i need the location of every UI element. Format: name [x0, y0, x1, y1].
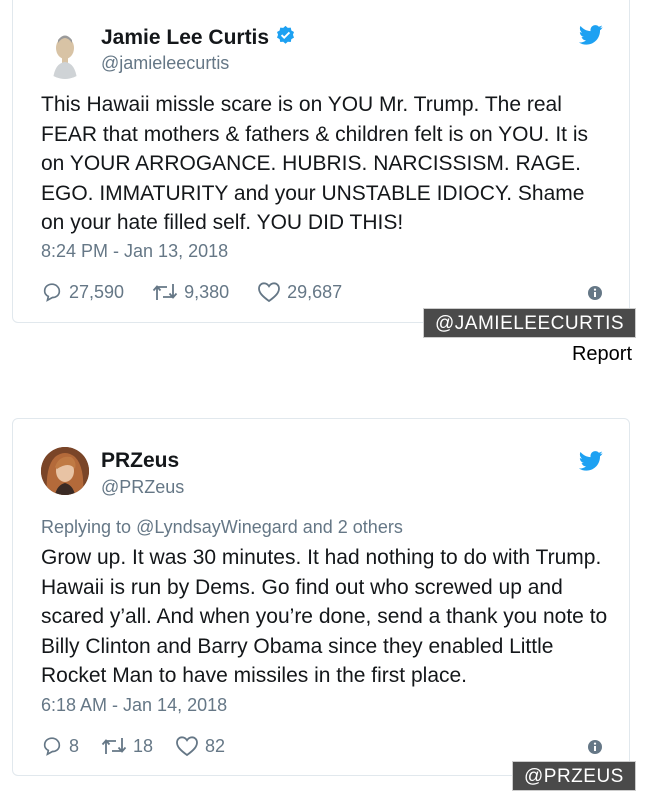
- retweet-count: 18: [133, 735, 154, 756]
- like-icon: [176, 736, 198, 757]
- reply-count: 8: [69, 735, 80, 756]
- display-name[interactable]: PRZeus: [101, 449, 179, 473]
- tweet-actions: 27,590 9,380 29,687: [41, 281, 370, 303]
- replying-to: Replying to @LyndsayWinegard and 2 other…: [41, 517, 403, 537]
- like-count: 29,687: [287, 281, 343, 302]
- info-icon[interactable]: [587, 285, 603, 306]
- tweet-card-jamieleecurtis: Jamie Lee Curtis @jamieleecurtis This Ha…: [12, 0, 630, 323]
- handle-overlay-tag: @JAMIELEECURTIS: [423, 308, 637, 338]
- avatar[interactable]: [41, 31, 89, 79]
- retweet-icon: [101, 738, 127, 754]
- tweet-text: This Hawaii missle scare is on YOU Mr. T…: [41, 93, 588, 234]
- reply-icon: [43, 283, 61, 302]
- reply-count: 27,590: [69, 281, 125, 302]
- retweet-icon: [152, 284, 178, 300]
- like-action[interactable]: 29,687: [257, 281, 342, 303]
- tweet-card-przeus: PRZeus @PRZeus Replying to @LyndsayWineg…: [12, 418, 630, 776]
- retweet-count: 9,380: [184, 281, 230, 302]
- retweet-action[interactable]: 9,380: [152, 281, 229, 303]
- reply-target-link[interactable]: @LyndsayWinegard: [136, 517, 298, 537]
- handle-overlay-tag: @PRZEUS: [512, 761, 636, 791]
- timestamp[interactable]: 6:18 AM - Jan 14, 2018: [41, 695, 227, 716]
- verified-badge-icon: [275, 25, 296, 52]
- reply-action[interactable]: 8: [41, 735, 79, 757]
- like-count: 82: [205, 735, 226, 756]
- retweet-action[interactable]: 18: [101, 735, 153, 757]
- twitter-bird-icon[interactable]: [578, 451, 603, 476]
- twitter-bird-icon[interactable]: [578, 25, 603, 50]
- reply-icon: [43, 737, 61, 756]
- display-name[interactable]: Jamie Lee Curtis: [101, 25, 296, 52]
- tweet-text: Grow up. It was 30 minutes. It had nothi…: [41, 546, 608, 687]
- timestamp[interactable]: 8:24 PM - Jan 13, 2018: [41, 241, 228, 262]
- like-action[interactable]: 82: [175, 735, 225, 757]
- like-icon: [258, 282, 281, 303]
- reply-action[interactable]: 27,590: [41, 281, 124, 303]
- info-icon[interactable]: [587, 739, 603, 760]
- tweet-actions: 8 18 82: [41, 735, 253, 757]
- user-handle[interactable]: @jamieleecurtis: [101, 53, 229, 74]
- avatar[interactable]: [41, 447, 89, 495]
- user-handle[interactable]: @PRZeus: [101, 477, 184, 498]
- report-link[interactable]: Report: [572, 343, 632, 366]
